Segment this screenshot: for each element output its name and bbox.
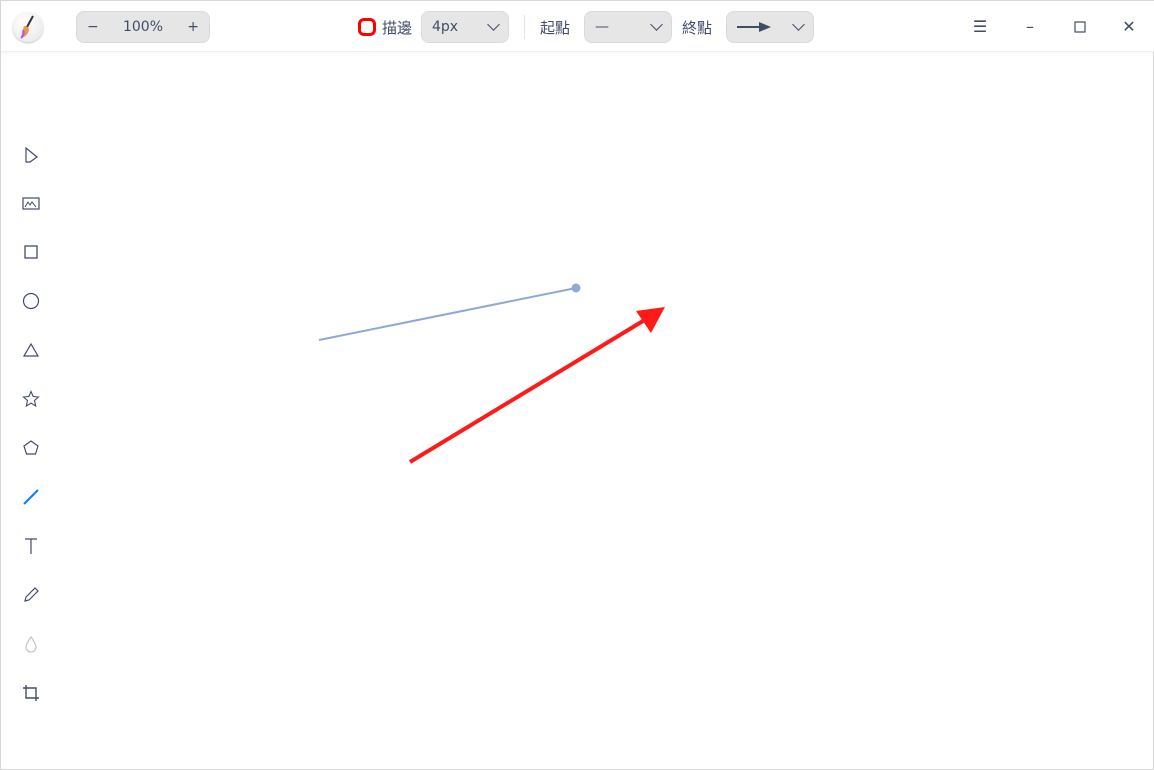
divider	[524, 15, 525, 39]
minimize-button[interactable]: –	[1018, 15, 1042, 39]
menu-button[interactable]: ☰	[968, 15, 992, 39]
drawing-canvas[interactable]	[1, 53, 1151, 769]
start-point-value: —	[595, 19, 609, 35]
stroke-width-select[interactable]: 4px	[421, 11, 509, 43]
start-label: 起點	[540, 19, 571, 37]
line-endpoint-handle[interactable]	[571, 283, 581, 293]
zoom-level[interactable]: 100%	[123, 19, 163, 35]
close-button[interactable]: ✕	[1117, 15, 1141, 39]
zoom-in-button[interactable]: +	[187, 19, 199, 35]
toolbar: − 100% + 描邊 4px 起點 — 終點 ☰ – ✕	[1, 1, 1154, 52]
stroke-color-icon[interactable]	[358, 18, 376, 36]
stroke-label: 描邊	[382, 19, 413, 37]
arrow-shape[interactable]	[408, 319, 645, 464]
end-label: 終點	[682, 19, 713, 37]
maximize-button[interactable]	[1068, 15, 1092, 39]
stroke-width-value: 4px	[432, 19, 459, 35]
end-point-select[interactable]	[726, 11, 814, 43]
start-point-select[interactable]: —	[584, 11, 672, 43]
app-logo-icon	[13, 12, 43, 42]
zoom-out-button[interactable]: −	[87, 19, 99, 35]
zoom-control: − 100% +	[76, 11, 210, 43]
chevron-down-icon	[792, 18, 805, 31]
chevron-down-icon	[650, 18, 663, 31]
chevron-down-icon	[487, 18, 500, 31]
line-shape[interactable]	[318, 287, 577, 341]
arrow-end-icon	[737, 22, 771, 32]
arrow-head	[636, 307, 665, 333]
